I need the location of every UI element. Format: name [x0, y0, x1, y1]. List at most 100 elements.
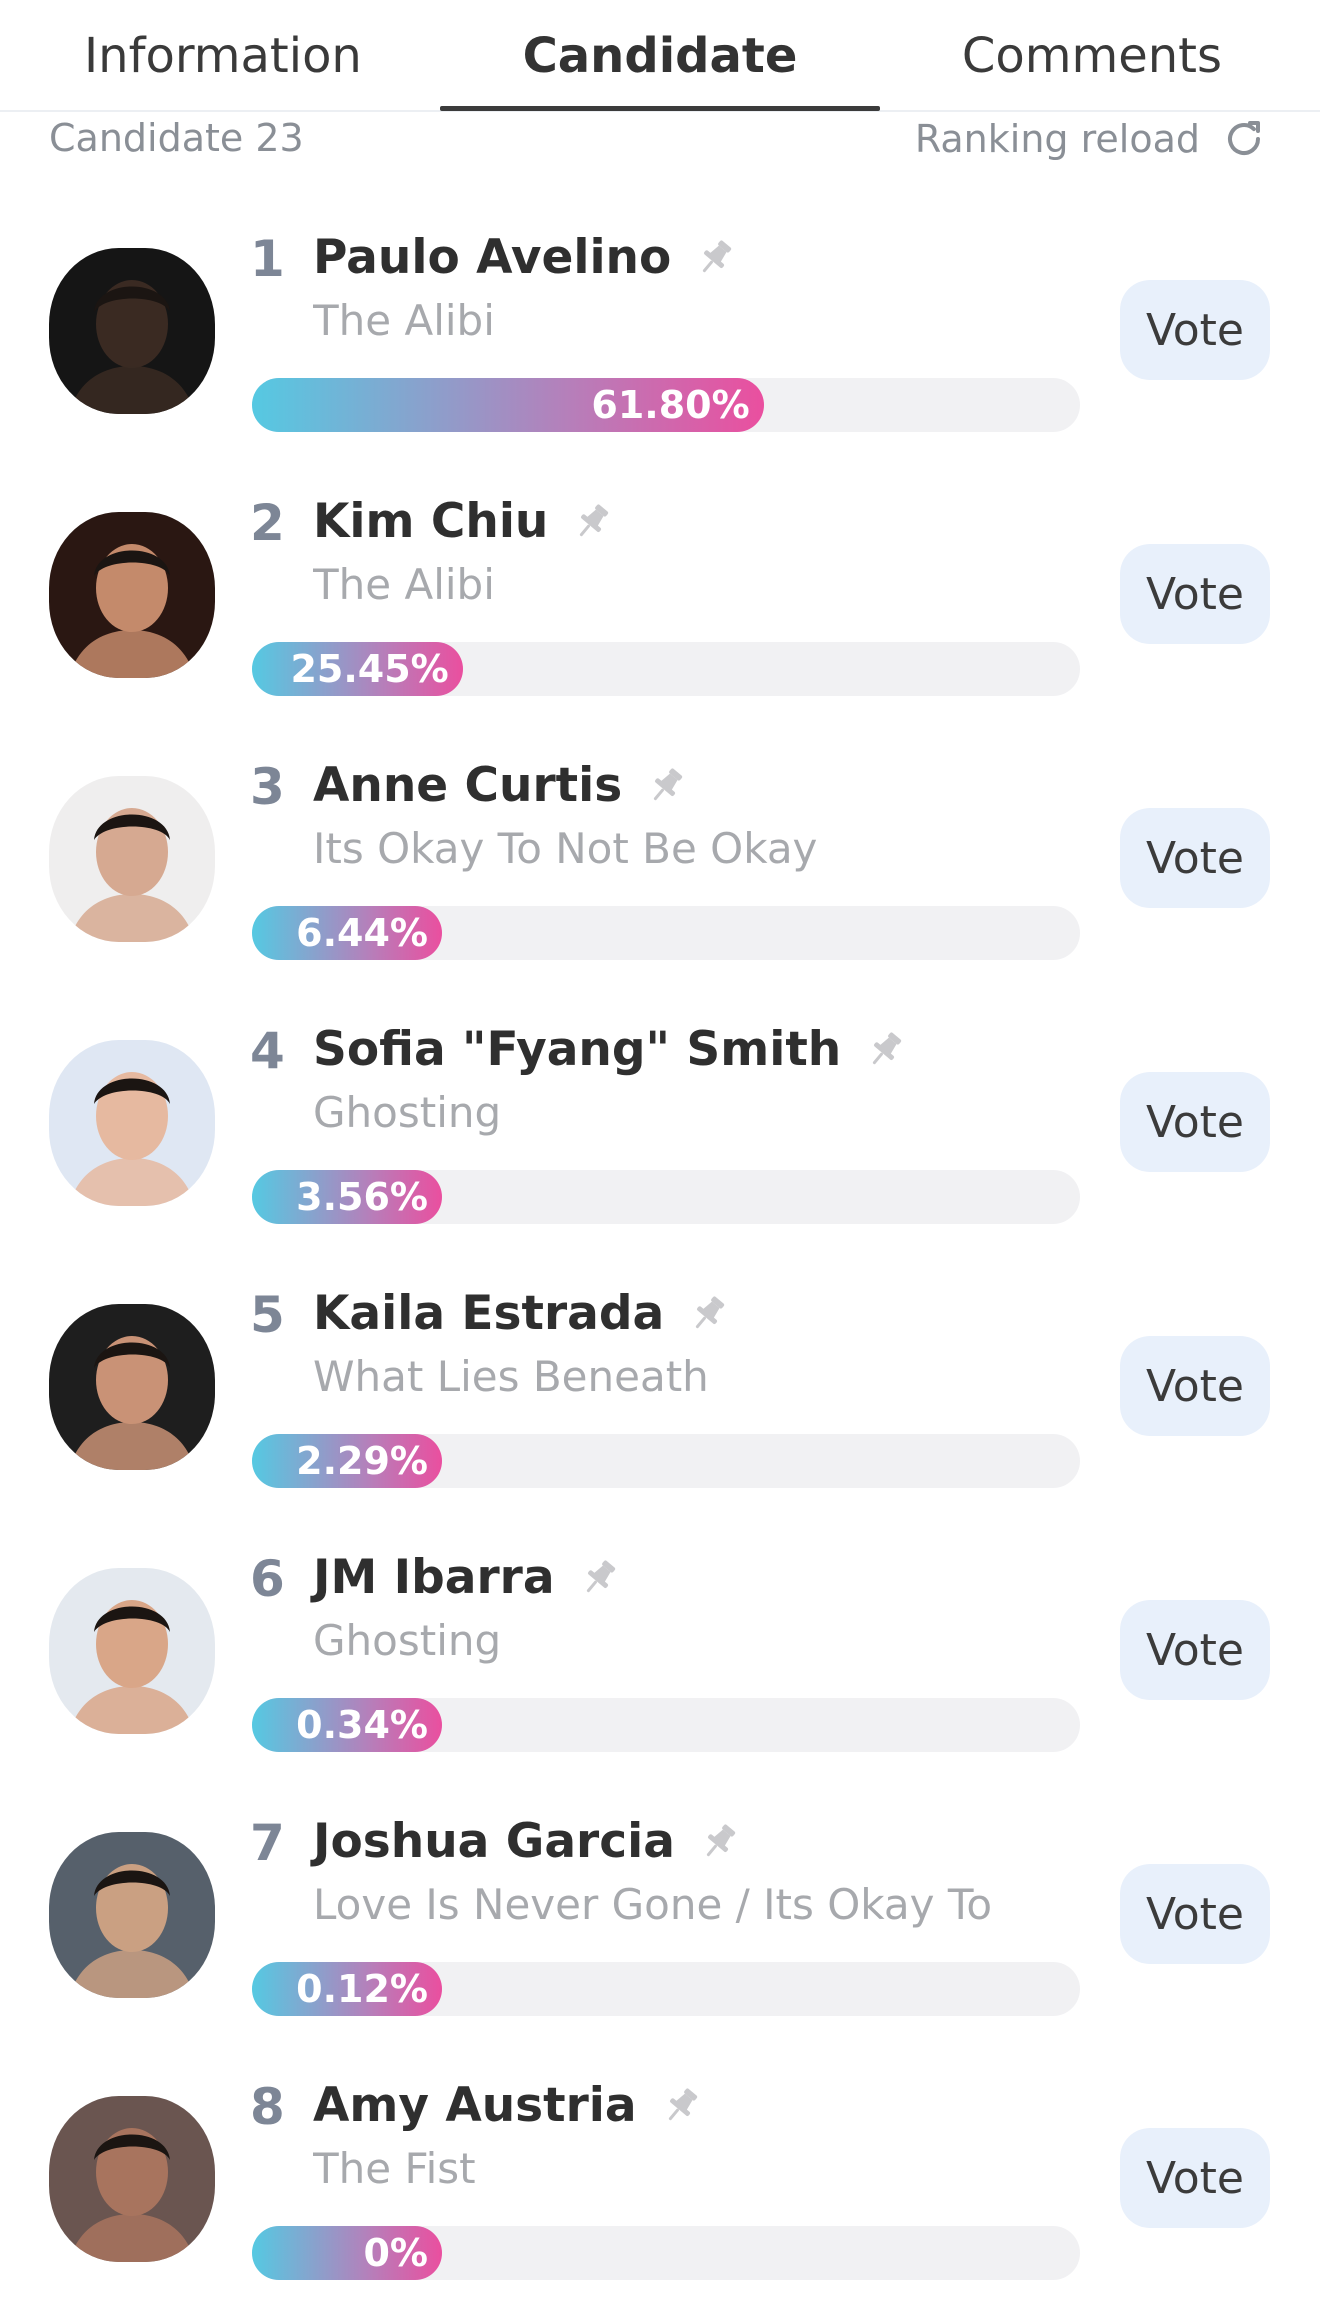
candidate-rank: 4 — [250, 1022, 285, 1080]
candidate-avatar[interactable] — [49, 1040, 215, 1206]
tab-information-label: Information — [84, 28, 362, 84]
vote-share-fill: 0% — [252, 2226, 442, 2280]
tab-candidate[interactable]: Candidate — [440, 0, 880, 112]
vote-share-bar: 3.56% — [252, 1170, 1080, 1224]
pin-icon[interactable] — [644, 764, 688, 808]
pin-icon[interactable] — [697, 1820, 741, 1864]
tab-comments[interactable]: Comments — [880, 0, 1320, 112]
vote-share-fill: 3.56% — [252, 1170, 442, 1224]
candidate-row: 5 Kaila Estrada What Lies Beneath 2.29% Vote — [0, 1286, 1320, 1568]
vote-button[interactable]: Vote — [1120, 1336, 1270, 1436]
candidate-name[interactable]: Sofia "Fyang" Smith — [313, 1022, 841, 1077]
candidate-name-group: JM Ibarra — [313, 1550, 621, 1605]
vote-share-fill: 2.29% — [252, 1434, 442, 1488]
vote-button[interactable]: Vote — [1120, 1864, 1270, 1964]
candidate-row: 3 Anne Curtis Its Okay To Not Be Okay 6.44%… — [0, 758, 1320, 1040]
candidate-row: 4 Sofia "Fyang" Smith Ghosting 3.56% Vote — [0, 1022, 1320, 1304]
vote-share-bar: 0.12% — [252, 1962, 1080, 2016]
vote-share-percent: 0% — [363, 2231, 428, 2275]
vote-share-bar: 61.80% — [252, 378, 1080, 432]
candidate-row: 1 Paulo Avelino The Alibi 61.80% Vote — [0, 230, 1320, 512]
candidate-avatar[interactable] — [49, 776, 215, 942]
candidate-avatar[interactable] — [49, 1304, 215, 1470]
vote-share-bar: 2.29% — [252, 1434, 1080, 1488]
candidate-show: The Fist — [313, 2144, 476, 2193]
vote-share-bar: 6.44% — [252, 906, 1080, 960]
candidate-rank: 2 — [250, 494, 285, 552]
candidate-count: Candidate 23 — [49, 116, 304, 160]
candidate-name[interactable]: Kaila Estrada — [313, 1286, 664, 1341]
candidate-rank: 1 — [250, 230, 285, 288]
active-tab-indicator — [440, 106, 880, 111]
list-header: Candidate 23 Ranking reload — [0, 112, 1320, 166]
vote-share-fill: 0.34% — [252, 1698, 442, 1752]
vote-share-percent: 0.34% — [296, 1703, 428, 1747]
candidate-show: The Alibi — [313, 560, 495, 609]
candidate-row: 2 Kim Chiu The Alibi 25.45% Vote — [0, 494, 1320, 776]
ranking-reload-button[interactable]: Ranking reload — [915, 112, 1268, 166]
pin-icon[interactable] — [863, 1028, 907, 1072]
candidate-rank: 7 — [250, 1814, 285, 1872]
candidate-name[interactable]: Kim Chiu — [313, 494, 548, 549]
pin-icon[interactable] — [693, 236, 737, 280]
candidate-row: 6 JM Ibarra Ghosting 0.34% Vote — [0, 1550, 1320, 1832]
candidate-show: What Lies Beneath — [313, 1352, 709, 1401]
candidate-name-group: Anne Curtis — [313, 758, 688, 813]
candidate-name[interactable]: JM Ibarra — [313, 1550, 555, 1605]
candidate-rank: 6 — [250, 1550, 285, 1608]
candidate-avatar[interactable] — [49, 512, 215, 678]
vote-share-percent: 3.56% — [296, 1175, 428, 1219]
pin-icon[interactable] — [577, 1556, 621, 1600]
vote-share-fill: 61.80% — [252, 378, 764, 432]
vote-share-percent: 0.12% — [296, 1967, 428, 2011]
vote-share-bar: 0% — [252, 2226, 1080, 2280]
candidate-name-group: Sofia "Fyang" Smith — [313, 1022, 907, 1077]
candidate-rank: 8 — [250, 2078, 285, 2136]
candidate-name[interactable]: Amy Austria — [313, 2078, 637, 2133]
vote-share-fill: 25.45% — [252, 642, 463, 696]
candidate-avatar[interactable] — [49, 1832, 215, 1998]
vote-share-percent: 61.80% — [591, 383, 750, 427]
candidate-show: Its Okay To Not Be Okay — [313, 824, 818, 873]
candidate-avatar[interactable] — [49, 2096, 215, 2262]
vote-button[interactable]: Vote — [1120, 544, 1270, 644]
candidate-show: Ghosting — [313, 1088, 502, 1137]
candidate-avatar[interactable] — [49, 248, 215, 414]
tab-information[interactable]: Information — [0, 0, 440, 112]
candidate-name[interactable]: Joshua Garcia — [313, 1814, 675, 1869]
pin-icon[interactable] — [659, 2084, 703, 2128]
vote-share-bar: 25.45% — [252, 642, 1080, 696]
vote-share-percent: 2.29% — [296, 1439, 428, 1483]
candidate-avatar[interactable] — [49, 1568, 215, 1734]
vote-share-percent: 25.45% — [290, 647, 449, 691]
refresh-icon — [1220, 115, 1268, 163]
vote-share-percent: 6.44% — [296, 911, 428, 955]
candidate-name-group: Amy Austria — [313, 2078, 703, 2133]
candidate-row: 8 Amy Austria The Fist 0% Vote — [0, 2078, 1320, 2309]
vote-button[interactable]: Vote — [1120, 1600, 1270, 1700]
candidate-name[interactable]: Anne Curtis — [313, 758, 622, 813]
candidate-name-group: Paulo Avelino — [313, 230, 737, 285]
candidate-show: Love Is Never Gone / Its Okay To... — [313, 1880, 993, 1929]
ranking-reload-label: Ranking reload — [914, 117, 1200, 161]
vote-share-bar: 0.34% — [252, 1698, 1080, 1752]
candidate-row: 7 Joshua Garcia Love Is Never Gone / Its O… — [0, 1814, 1320, 2096]
vote-button[interactable]: Vote — [1120, 1072, 1270, 1172]
candidate-name-group: Kim Chiu — [313, 494, 614, 549]
pin-icon[interactable] — [686, 1292, 730, 1336]
vote-button[interactable]: Vote — [1120, 280, 1270, 380]
candidate-show: Ghosting — [313, 1616, 502, 1665]
tab-candidate-label: Candidate — [522, 28, 798, 84]
pin-icon[interactable] — [570, 500, 614, 544]
vote-share-fill: 6.44% — [252, 906, 442, 960]
vote-button[interactable]: Vote — [1120, 2128, 1270, 2228]
candidate-name-group: Kaila Estrada — [313, 1286, 730, 1341]
tab-comments-label: Comments — [961, 28, 1222, 84]
candidate-rank: 5 — [250, 1286, 285, 1344]
candidate-name-group: Joshua Garcia — [313, 1814, 741, 1869]
candidate-show: The Alibi — [313, 296, 495, 345]
candidate-rank: 3 — [250, 758, 285, 816]
candidate-name[interactable]: Paulo Avelino — [313, 230, 671, 285]
tab-bar: Information Candidate Comments — [0, 0, 1320, 112]
vote-button[interactable]: Vote — [1120, 808, 1270, 908]
